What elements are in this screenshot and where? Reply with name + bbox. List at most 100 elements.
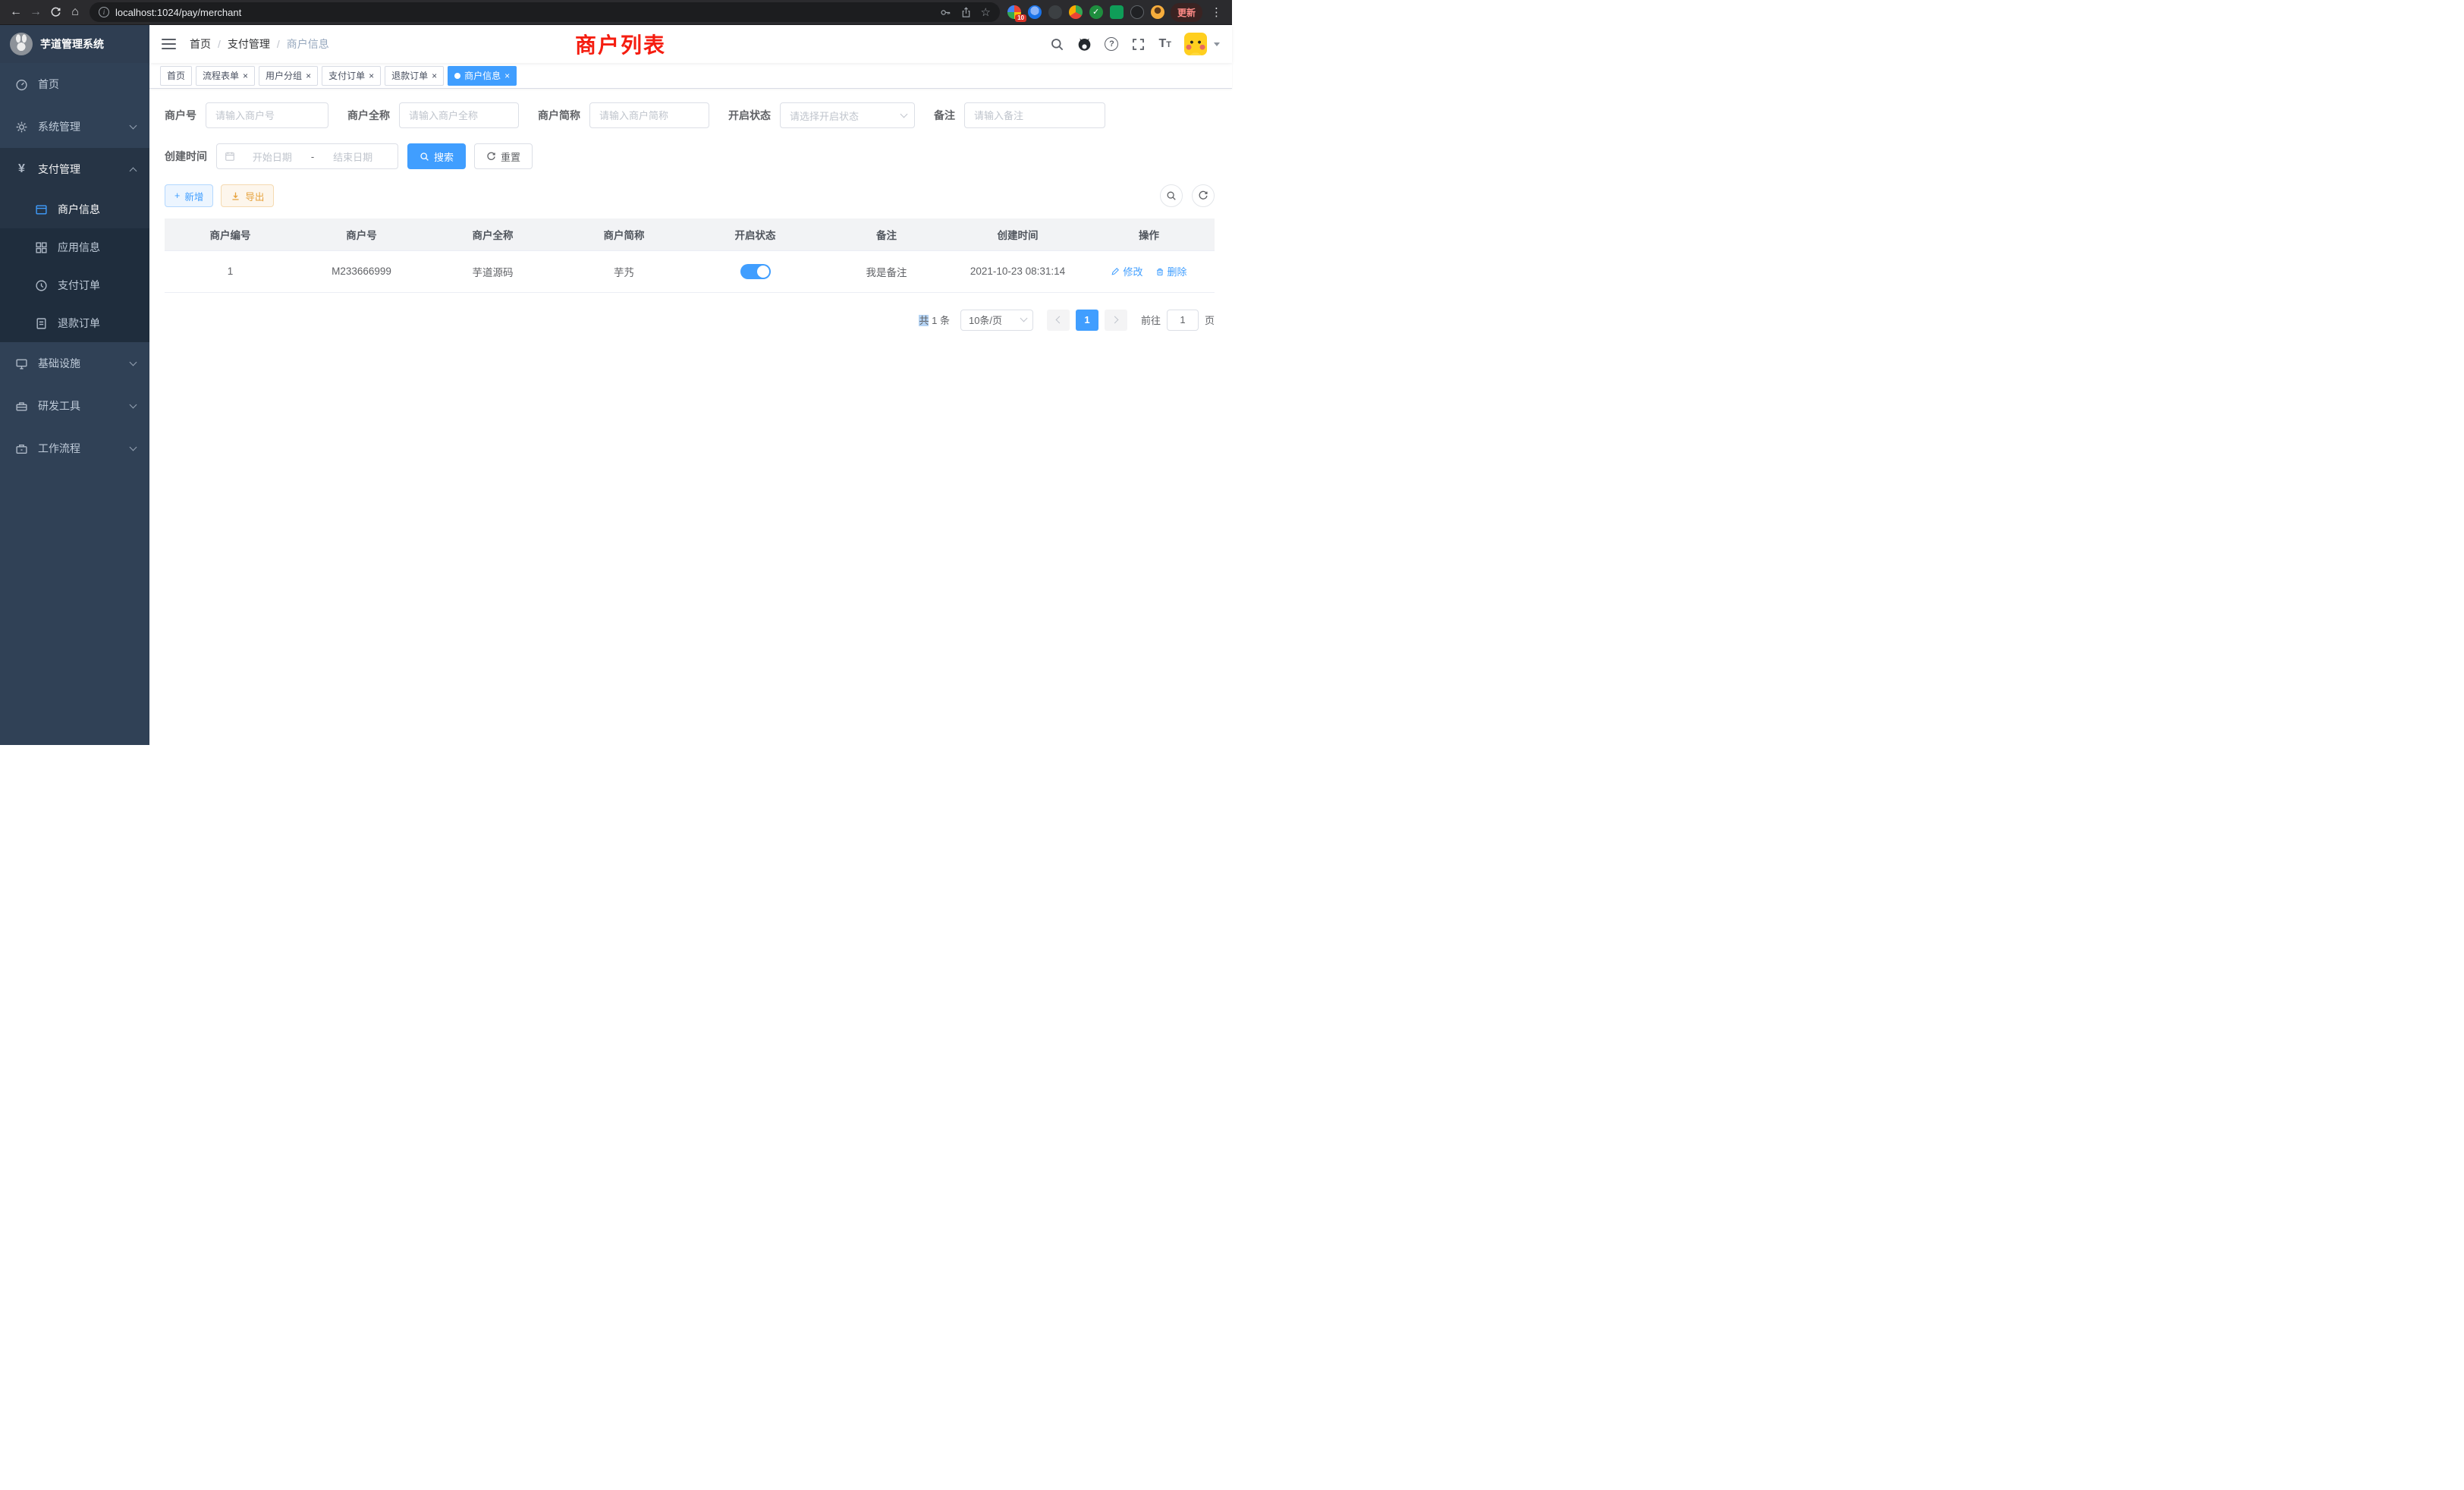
search-icon[interactable] bbox=[1050, 37, 1064, 52]
page-size-select[interactable]: 10条/页 bbox=[960, 310, 1033, 331]
tag-refund-order[interactable]: 退款订单× bbox=[385, 66, 444, 86]
sidebar-item-pay-order[interactable]: 支付订单 bbox=[0, 266, 149, 304]
extension-icon-7[interactable] bbox=[1130, 5, 1144, 19]
fullscreen-icon[interactable] bbox=[1131, 37, 1146, 52]
export-button[interactable]: 导出 bbox=[221, 184, 274, 207]
extension-icon-2[interactable] bbox=[1028, 5, 1042, 19]
home-icon[interactable]: ⌂ bbox=[65, 2, 85, 22]
sidebar-toggle-icon[interactable] bbox=[162, 39, 176, 49]
sidebar-item-infrastructure[interactable]: 基础设施 bbox=[0, 342, 149, 385]
add-button[interactable]: + 新增 bbox=[165, 184, 213, 207]
close-icon[interactable]: × bbox=[432, 71, 437, 80]
extension-icon-4[interactable] bbox=[1069, 5, 1083, 19]
tag-process-form[interactable]: 流程表单 × bbox=[196, 66, 255, 86]
reset-button[interactable]: 重置 bbox=[474, 143, 533, 169]
browser-profile-avatar[interactable] bbox=[1151, 5, 1164, 19]
site-info-icon[interactable]: i bbox=[99, 7, 109, 17]
text-size-icon[interactable]: TT bbox=[1158, 38, 1171, 50]
merchant-no-label: 商户号 bbox=[165, 108, 196, 123]
cell-actions: 修改 删除 bbox=[1083, 250, 1215, 292]
sidebar-item-dev-tools[interactable]: 研发工具 bbox=[0, 385, 149, 427]
monitor-icon bbox=[15, 357, 28, 370]
tag-label: 流程表单 bbox=[203, 69, 239, 82]
breadcrumb-home[interactable]: 首页 bbox=[190, 36, 211, 52]
share-icon[interactable] bbox=[960, 7, 972, 18]
extension-icon-3[interactable] bbox=[1048, 5, 1062, 19]
status-select[interactable]: 请选择开启状态 bbox=[780, 102, 915, 128]
full-name-input[interactable] bbox=[399, 102, 519, 128]
next-page-button[interactable] bbox=[1105, 310, 1127, 331]
col-merchant-id: 商户编号 bbox=[165, 218, 296, 250]
extension-icon-1[interactable]: 10 bbox=[1007, 5, 1021, 19]
sidebar-item-label: 应用信息 bbox=[58, 240, 100, 255]
sidebar-item-home[interactable]: 首页 bbox=[0, 63, 149, 105]
sidebar-item-system[interactable]: 系统管理 bbox=[0, 105, 149, 148]
bookmark-star-icon[interactable]: ☆ bbox=[981, 7, 991, 18]
app-logo[interactable]: 芋道管理系统 bbox=[0, 25, 149, 63]
briefcase-icon bbox=[15, 442, 28, 455]
github-icon[interactable] bbox=[1077, 37, 1092, 52]
close-icon[interactable]: × bbox=[243, 71, 248, 80]
create-time-range-picker[interactable]: 开始日期 - 结束日期 bbox=[216, 143, 398, 169]
create-time-label: 创建时间 bbox=[165, 149, 207, 164]
extension-icon-6[interactable] bbox=[1110, 5, 1124, 19]
col-merchant-no: 商户号 bbox=[296, 218, 427, 250]
close-icon[interactable]: × bbox=[369, 71, 374, 80]
merchant-no-input[interactable] bbox=[206, 102, 328, 128]
chevron-left-icon bbox=[1056, 316, 1064, 324]
goto-page-input[interactable] bbox=[1167, 310, 1199, 331]
tag-merchant-info[interactable]: 商户信息× bbox=[448, 66, 517, 86]
short-name-input[interactable] bbox=[589, 102, 709, 128]
back-icon[interactable]: ← bbox=[6, 2, 26, 22]
refresh-icon bbox=[1198, 190, 1208, 201]
help-icon[interactable]: ? bbox=[1105, 37, 1118, 51]
extension-badge: 10 bbox=[1015, 14, 1026, 22]
cell-full-name: 芋道源码 bbox=[427, 250, 558, 292]
edit-pencil-icon bbox=[1111, 267, 1120, 276]
tag-label: 支付订单 bbox=[328, 69, 365, 82]
col-full-name: 商户全称 bbox=[427, 218, 558, 250]
breadcrumb-current: 商户信息 bbox=[287, 36, 329, 52]
close-icon[interactable]: × bbox=[504, 71, 510, 80]
plus-icon: + bbox=[174, 190, 180, 201]
remark-input[interactable] bbox=[964, 102, 1105, 128]
gear-icon bbox=[15, 121, 28, 134]
pagination: 共 1 条 10条/页 1 前往 页 bbox=[165, 310, 1215, 331]
close-icon[interactable]: × bbox=[306, 71, 311, 80]
address-bar[interactable]: i localhost:1024/pay/merchant ☆ bbox=[90, 2, 1000, 22]
chevron-down-icon bbox=[130, 401, 137, 408]
browser-menu-icon[interactable]: ⋮ bbox=[1207, 5, 1226, 19]
sidebar-item-label: 商户信息 bbox=[58, 202, 100, 217]
goto-label: 前往 bbox=[1141, 313, 1161, 327]
sidebar-item-merchant-info[interactable]: 商户信息 bbox=[0, 190, 149, 228]
sidebar-item-label: 系统管理 bbox=[38, 119, 80, 134]
extension-icon-5[interactable] bbox=[1089, 5, 1103, 19]
cell-remark: 我是备注 bbox=[821, 250, 952, 292]
sidebar-item-label: 退款订单 bbox=[58, 316, 100, 331]
tag-user-group[interactable]: 用户分组× bbox=[259, 66, 318, 86]
avatar-caret-icon[interactable] bbox=[1214, 42, 1220, 46]
show-search-button[interactable] bbox=[1160, 184, 1183, 207]
refresh-icon[interactable] bbox=[46, 2, 65, 22]
page-1-button[interactable]: 1 bbox=[1076, 310, 1098, 331]
browser-update-button[interactable]: 更新 bbox=[1171, 3, 1202, 22]
tag-pay-order[interactable]: 支付订单 × bbox=[322, 66, 381, 86]
status-label: 开启状态 bbox=[728, 108, 771, 123]
sidebar-item-workflow[interactable]: 工作流程 bbox=[0, 427, 149, 470]
password-key-icon[interactable] bbox=[940, 7, 951, 18]
prev-page-button[interactable] bbox=[1047, 310, 1070, 331]
refresh-icon bbox=[486, 152, 496, 162]
forward-icon[interactable]: → bbox=[26, 2, 46, 22]
breadcrumb-payment[interactable]: 支付管理 bbox=[228, 36, 270, 52]
search-button[interactable]: 搜索 bbox=[407, 143, 466, 169]
status-toggle[interactable] bbox=[740, 264, 771, 279]
tags-view: 首页 流程表单 × 用户分组× 支付订单 × 退款订单× 商户信息× bbox=[149, 63, 1232, 89]
user-avatar[interactable] bbox=[1184, 33, 1207, 55]
refresh-table-button[interactable] bbox=[1192, 184, 1215, 207]
edit-link[interactable]: 修改 bbox=[1111, 264, 1142, 278]
sidebar-item-app-info[interactable]: 应用信息 bbox=[0, 228, 149, 266]
tag-home[interactable]: 首页 bbox=[160, 66, 192, 86]
sidebar-item-refund-order[interactable]: 退款订单 bbox=[0, 304, 149, 342]
sidebar-item-payment[interactable]: ¥ 支付管理 bbox=[0, 148, 149, 190]
delete-link[interactable]: 删除 bbox=[1155, 264, 1187, 278]
